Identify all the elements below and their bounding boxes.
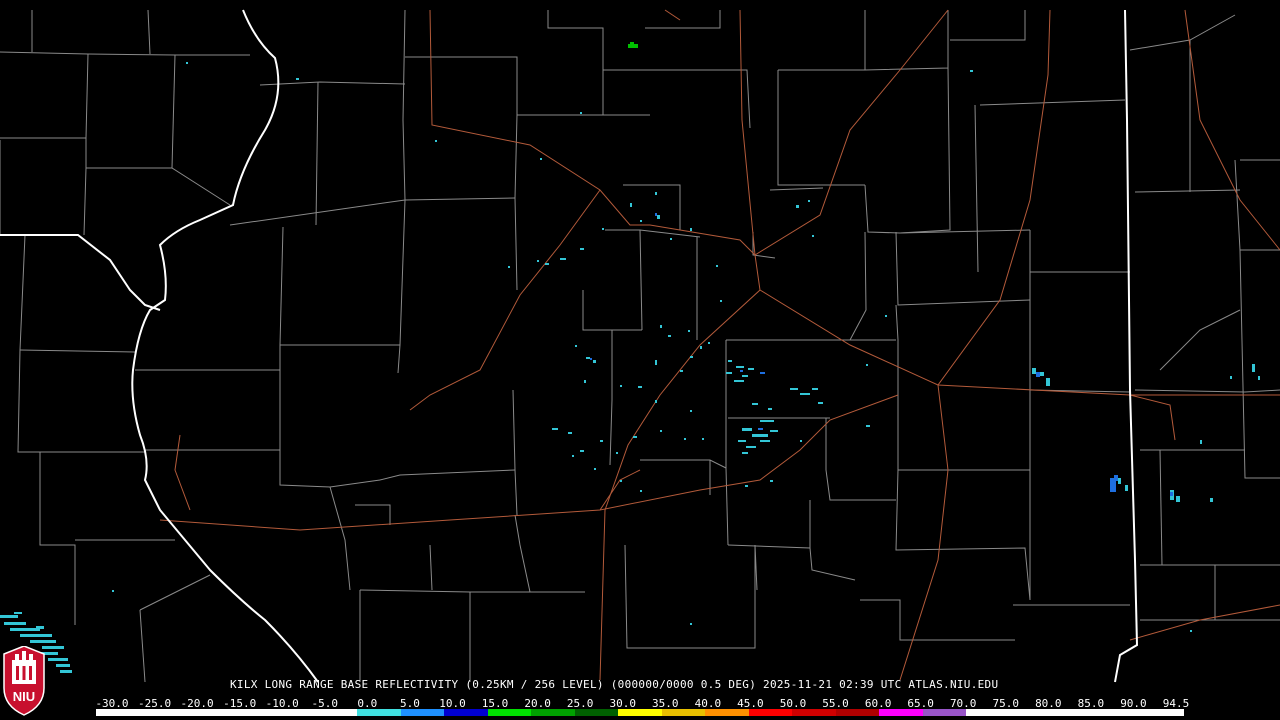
radar-map <box>0 0 1280 720</box>
colorbar-segment <box>661 709 706 716</box>
colorbar-segment <box>922 709 967 716</box>
colorbar-segment <box>357 709 401 716</box>
colorbar-segment <box>313 709 358 716</box>
colorbar-segment <box>966 709 1010 716</box>
colorbar-segment <box>574 709 619 716</box>
reflectivity-colorbar <box>96 709 1184 716</box>
colorbar-segment <box>879 709 923 716</box>
colorbar-segment <box>226 709 271 716</box>
colorbar-segment <box>96 709 140 716</box>
colorbar-segment <box>1096 709 1141 716</box>
colorbar-segment <box>270 709 314 716</box>
colorbar-segment <box>531 709 575 716</box>
colorbar-segment <box>1009 709 1054 716</box>
product-caption: KILX LONG RANGE BASE REFLECTIVITY (0.25K… <box>230 678 999 691</box>
colorbar-segment <box>139 709 184 716</box>
colorbar-segment <box>618 709 662 716</box>
colorbar-segment <box>487 709 532 716</box>
colorbar-segment <box>835 709 880 716</box>
colorbar-segment <box>705 709 749 716</box>
colorbar-segment <box>748 709 793 716</box>
colorbar-segment <box>1053 709 1097 716</box>
colorbar-segment <box>1140 709 1184 716</box>
colorbar-segment <box>444 709 488 716</box>
reflectivity-scale-labels: -30.0 -25.0 -20.0 -15.0 -10.0 -5.0 0.0 5.0 10.0 1… <box>0 697 1280 710</box>
colorbar-segment <box>183 709 227 716</box>
colorbar-segment <box>400 709 445 716</box>
colorbar-segment <box>792 709 836 716</box>
